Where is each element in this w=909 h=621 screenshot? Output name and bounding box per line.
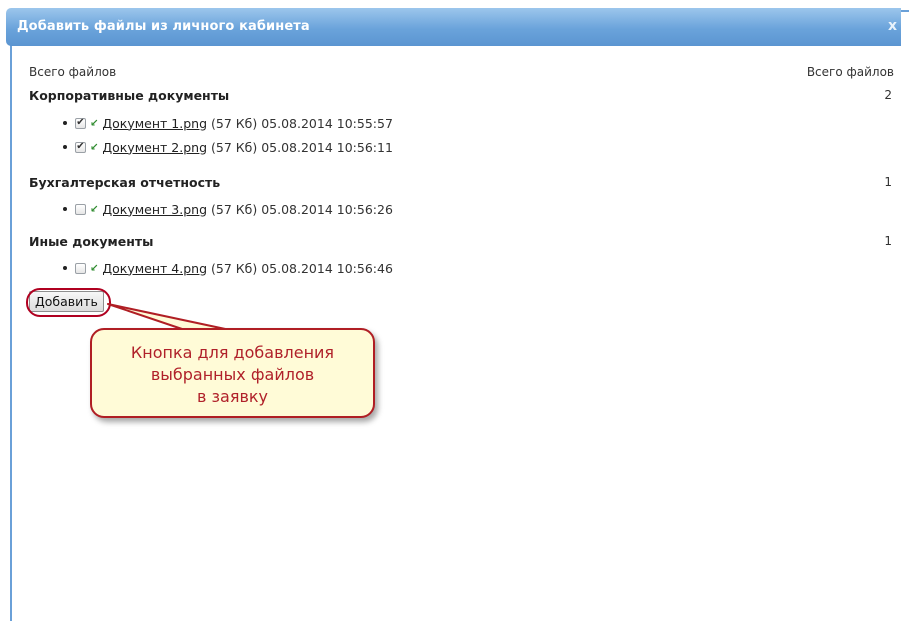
callout-pointer: [107, 303, 231, 331]
callout-line: в заявку: [196, 387, 268, 406]
callout-annotation: Кнопка для добавления выбранных файлов в…: [90, 328, 375, 418]
callout-line: Кнопка для добавления: [130, 343, 335, 362]
callout-line: выбранных файлов: [150, 365, 315, 384]
